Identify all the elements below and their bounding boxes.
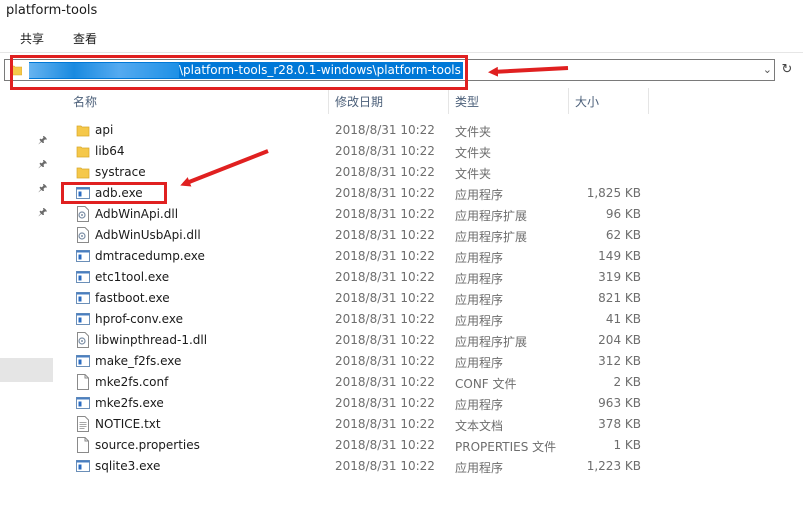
annotation-arrow-address [488,66,569,77]
annotation-arrows [180,66,569,187]
annotation-arrow-adb [180,149,269,187]
